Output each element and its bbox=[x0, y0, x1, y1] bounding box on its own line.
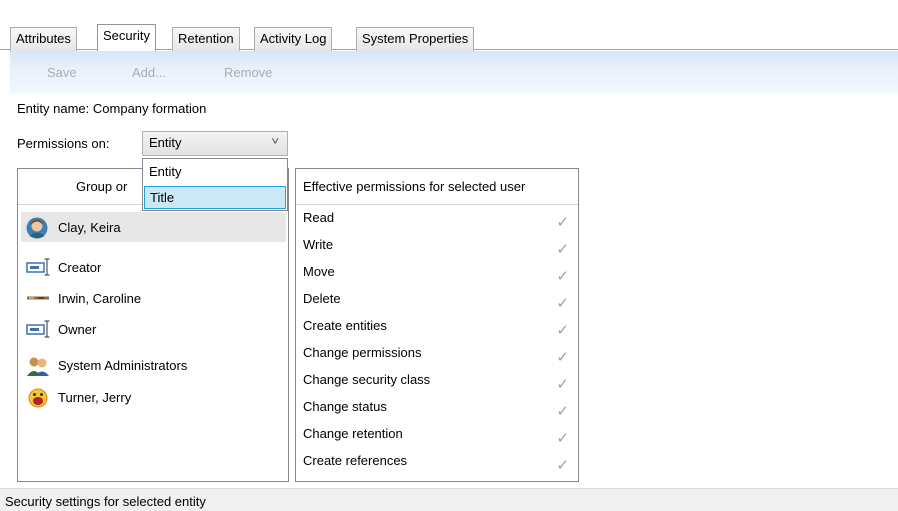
user-name: Irwin, Caroline bbox=[58, 290, 142, 306]
entity-name-row: Entity name: Company formation bbox=[17, 101, 206, 116]
permission-row-create-entities: Create entities ✓ bbox=[303, 315, 575, 342]
permission-label: Write bbox=[303, 237, 334, 252]
permission-row-delete: Delete ✓ bbox=[303, 288, 575, 315]
permissions-on-label: Permissions on: bbox=[17, 136, 110, 151]
tab-activity-log[interactable]: Activity Log bbox=[254, 27, 333, 51]
tab-retention[interactable]: Retention bbox=[172, 27, 240, 51]
checkmark-icon: ✓ bbox=[556, 268, 569, 285]
dropdown-option-title[interactable]: Title bbox=[144, 186, 286, 209]
pseudo-user-icon bbox=[26, 319, 52, 339]
status-bar: Security settings for selected entity bbox=[0, 488, 898, 511]
permission-row-change-retention: Change retention ✓ bbox=[303, 423, 575, 450]
permission-label: Change retention bbox=[303, 426, 403, 441]
permission-row-change-permissions: Change permissions ✓ bbox=[303, 342, 575, 369]
permissions-on-value: Entity bbox=[149, 135, 182, 150]
permission-row-move: Move ✓ bbox=[303, 261, 575, 288]
checkmark-icon: ✓ bbox=[556, 403, 569, 420]
effective-permissions-panel: Effective permissions for selected user … bbox=[295, 168, 579, 482]
user-name: System Administrators bbox=[58, 357, 188, 373]
permission-row-read: Read ✓ bbox=[303, 207, 575, 234]
user-emoji-icon bbox=[26, 387, 52, 408]
permission-row-change-status: Change status ✓ bbox=[303, 396, 575, 423]
checkmark-icon: ✓ bbox=[556, 241, 569, 258]
permissions-on-dropdown-list: Entity Title bbox=[142, 158, 288, 211]
remove-button[interactable]: Remove bbox=[224, 65, 272, 80]
tab-system-properties[interactable]: System Properties bbox=[356, 27, 475, 51]
pseudo-user-icon bbox=[26, 257, 52, 277]
group-icon bbox=[26, 355, 52, 376]
status-text: Security settings for selected entity bbox=[5, 494, 206, 509]
tab-attributes[interactable]: Attributes bbox=[10, 27, 77, 51]
tab-bar: Attributes Security Retention Activity L… bbox=[0, 0, 898, 51]
users-groups-header-label: Group or bbox=[76, 179, 128, 194]
permission-label: Delete bbox=[303, 291, 341, 306]
checkmark-icon: ✓ bbox=[556, 295, 569, 312]
save-button[interactable]: Save bbox=[47, 65, 77, 80]
checkmark-icon: ✓ bbox=[556, 430, 569, 447]
permission-row-create-references: Create references ✓ bbox=[303, 450, 575, 477]
add-button[interactable]: Add... bbox=[132, 65, 166, 80]
user-avatar-icon bbox=[26, 217, 52, 239]
permission-label: Create entities bbox=[303, 318, 387, 333]
checkmark-icon: ✓ bbox=[556, 457, 569, 474]
list-item-creator[interactable]: Creator bbox=[21, 252, 286, 282]
effective-permissions-header-label: Effective permissions for selected user bbox=[303, 179, 526, 194]
permission-label: Read bbox=[303, 210, 335, 225]
chevron-down-icon: ˅ bbox=[270, 136, 279, 148]
user-photo-icon bbox=[26, 288, 52, 308]
users-groups-list[interactable]: Group or Clay, Keira Creator Irwin, Caro… bbox=[17, 168, 289, 482]
user-name: Creator bbox=[58, 259, 102, 275]
permission-row-write: Write ✓ bbox=[303, 234, 575, 261]
user-name: Clay, Keira bbox=[58, 219, 121, 235]
dropdown-option-entity[interactable]: Entity bbox=[144, 161, 286, 184]
permissions-on-select[interactable]: Entity ˅ bbox=[142, 131, 288, 156]
checkmark-icon: ✓ bbox=[556, 214, 569, 231]
list-item-irwin-caroline[interactable]: Irwin, Caroline bbox=[21, 283, 286, 313]
toolbar: Save Add... Remove bbox=[10, 51, 898, 93]
tab-security[interactable]: Security bbox=[97, 24, 156, 51]
entity-name-label: Entity name: bbox=[17, 101, 90, 116]
list-item-owner[interactable]: Owner bbox=[21, 314, 286, 344]
checkmark-icon: ✓ bbox=[556, 376, 569, 393]
effective-permissions-header: Effective permissions for selected user bbox=[296, 169, 578, 205]
entity-name-value: Company formation bbox=[92, 101, 207, 116]
permission-row-change-security-class: Change security class ✓ bbox=[303, 369, 575, 396]
user-name: Turner, Jerry bbox=[58, 389, 132, 405]
checkmark-icon: ✓ bbox=[556, 322, 569, 339]
user-name: Owner bbox=[58, 321, 97, 337]
list-item-clay-keira[interactable]: Clay, Keira bbox=[21, 212, 286, 242]
permission-label: Move bbox=[303, 264, 335, 279]
permission-label: Change permissions bbox=[303, 345, 422, 360]
checkmark-icon: ✓ bbox=[556, 349, 569, 366]
permission-label: Change status bbox=[303, 399, 387, 414]
permission-label: Change security class bbox=[303, 372, 431, 387]
list-item-turner-jerry[interactable]: Turner, Jerry bbox=[21, 382, 286, 412]
permission-label: Create references bbox=[303, 453, 408, 468]
list-item-system-administrators[interactable]: System Administrators bbox=[21, 350, 286, 380]
